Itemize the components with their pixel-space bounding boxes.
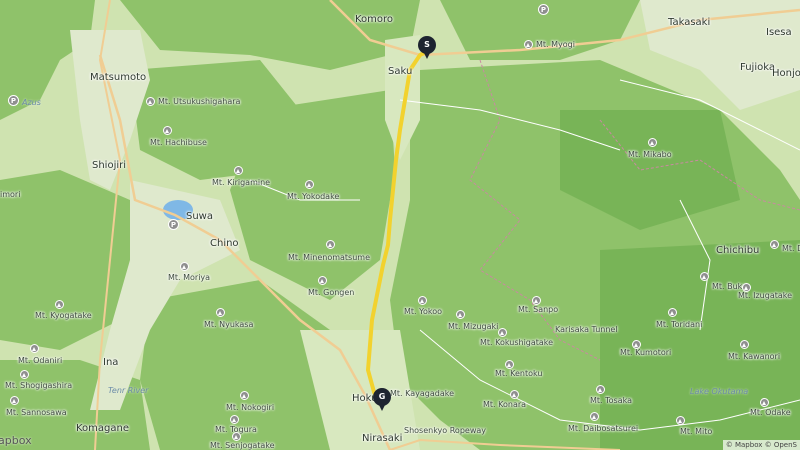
peak-label: Mt. Yokodake xyxy=(287,192,340,201)
city-label: Nirasaki xyxy=(362,433,403,444)
peak-icon xyxy=(216,308,225,317)
city-label: Chichibu xyxy=(716,245,760,256)
forest-chichibu xyxy=(600,240,800,450)
peak-label: Mt. Kawanori xyxy=(728,352,781,361)
peak-icon xyxy=(163,126,172,135)
peak-icon xyxy=(234,166,243,175)
peak-label: Mt. Nyukasa xyxy=(204,320,254,329)
city-label: Suwa xyxy=(186,211,213,222)
peak-icon xyxy=(55,300,64,309)
city-label: Komagane xyxy=(76,423,130,434)
goal-marker-label: G xyxy=(373,388,391,406)
peak-icon xyxy=(30,344,39,353)
peak-label: Mt. Kirigamine xyxy=(212,178,271,187)
peak-icon xyxy=(770,240,779,249)
map-canvas[interactable]: Komoro Saku Takasaki Isesa Fujioka Honjo… xyxy=(0,0,800,450)
parking-icon: P xyxy=(168,219,179,230)
peak-icon xyxy=(240,391,249,400)
peak-label: Mt. Mito xyxy=(680,427,713,436)
peak-icon xyxy=(180,262,189,271)
peak-label: Mt. Konara xyxy=(483,400,527,409)
peak-icon xyxy=(524,40,533,49)
peak-label: Mt. Sannosawa xyxy=(6,408,67,417)
peak-label: Mt. Mizugaki xyxy=(448,322,499,331)
peak-icon xyxy=(510,390,519,399)
peak-icon xyxy=(700,272,709,281)
city-label: Matsumoto xyxy=(90,72,147,83)
parking-icon: P xyxy=(538,4,549,15)
city-label: Shiojiri xyxy=(92,160,127,171)
peak-icon xyxy=(648,138,657,147)
peak-label: Mt. Hachibuse xyxy=(150,138,207,147)
peak-label: Mt. Kokushigatake xyxy=(480,338,554,347)
peak-icon xyxy=(20,370,29,379)
peak-label: Mt. Yokoo xyxy=(404,307,442,316)
peak-label: Mt. Odaniri xyxy=(18,356,63,365)
peak-label: Mt. Dod xyxy=(782,244,800,253)
peak-icon xyxy=(740,340,749,349)
peak-icon xyxy=(596,385,605,394)
peak-label: Mt. Kumotori xyxy=(620,348,672,357)
start-marker[interactable]: S xyxy=(418,36,436,60)
city-label: Saku xyxy=(388,66,413,77)
peak-icon xyxy=(230,415,239,424)
peak-icon xyxy=(305,180,314,189)
peak-label: Mt. Shogigashira xyxy=(5,381,73,390)
peak-icon xyxy=(10,396,19,405)
peak-label: Mt. Minenomatsume xyxy=(288,253,370,262)
peak-label: Mt. Toridani xyxy=(656,320,703,329)
city-label: Isesa xyxy=(766,27,792,38)
peak-icon xyxy=(318,276,327,285)
lake-label: Lake Okutama xyxy=(690,387,749,396)
peak-label: Mt. Senjogatake xyxy=(210,441,275,450)
city-label: Komoro xyxy=(355,14,394,25)
peak-label: Mt. Izugatake xyxy=(738,291,793,300)
area-label: imori xyxy=(0,190,21,199)
peak-icon xyxy=(760,398,769,407)
peak-label: Mt. Mikabo xyxy=(628,150,672,159)
peak-label: Mt. Myogi xyxy=(536,40,575,49)
peak-label: Mt. Tosaka xyxy=(590,396,633,405)
peak-icon xyxy=(590,412,599,421)
peak-label: Mt. Utsukushigahara xyxy=(158,97,241,106)
peak-icon xyxy=(418,296,427,305)
peak-icon xyxy=(498,328,507,337)
peak-icon xyxy=(676,416,685,425)
city-label: Takasaki xyxy=(668,17,711,28)
goal-marker[interactable]: G xyxy=(373,388,391,412)
peak-label: Mt. Gongen xyxy=(308,288,355,297)
peak-label: Mt. Kentoku xyxy=(495,369,543,378)
river-label: Azus xyxy=(22,98,41,107)
ropeway-label: Shosenkyo Ropeway xyxy=(404,426,486,435)
city-label: Fujioka xyxy=(740,62,775,73)
city-label: Ina xyxy=(103,357,119,368)
peak-label: Mt. Kayagadake xyxy=(390,389,454,398)
peak-label: Mt. Sanpo xyxy=(518,305,559,314)
river-label: Tenr River xyxy=(108,386,149,395)
mapbox-logo[interactable]: apbox xyxy=(0,434,32,447)
attribution[interactable]: © Mapbox © OpenS xyxy=(722,440,800,450)
peak-icon xyxy=(532,296,541,305)
city-label: Honjo xyxy=(772,68,800,79)
start-marker-label: S xyxy=(418,36,436,54)
peak-icon xyxy=(505,360,514,369)
peak-label: Mt. Kyogatake xyxy=(35,311,92,320)
peak-label: Mt. Odake xyxy=(750,408,791,417)
peak-icon xyxy=(668,308,677,317)
peak-icon xyxy=(146,97,155,106)
parking-icon: P xyxy=(8,95,19,106)
peak-label: Mt. Moriya xyxy=(168,273,211,282)
city-label: Chino xyxy=(210,238,239,249)
peak-icon xyxy=(232,432,241,441)
peak-icon xyxy=(456,310,465,319)
peak-label: Mt. Nokogiri xyxy=(226,403,275,412)
tunnel-label: Karisaka Tunnel xyxy=(555,325,618,334)
peak-icon xyxy=(326,240,335,249)
peak-label: Mt. Daibosatsurei xyxy=(568,424,639,433)
